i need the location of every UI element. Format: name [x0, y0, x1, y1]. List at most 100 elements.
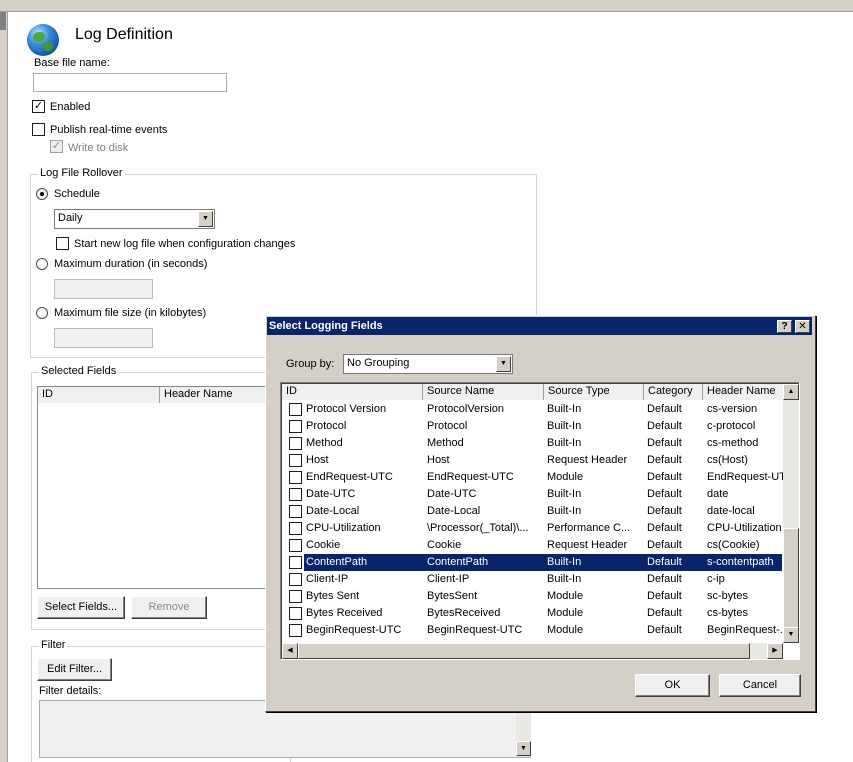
cell-id: Date-Local [306, 505, 360, 517]
cell-id: Date-UTC [306, 488, 356, 500]
column-header-category[interactable]: Category [644, 384, 703, 400]
cell-source-name: Protocol [427, 420, 468, 432]
cell-category: Default [647, 522, 682, 534]
row-checkbox[interactable] [289, 488, 302, 501]
window-top-border [0, 0, 853, 12]
cell-category: Default [647, 471, 682, 483]
cancel-button[interactable]: Cancel [719, 674, 801, 697]
cell-category: Default [647, 505, 682, 517]
scroll-up-icon[interactable]: ▲ [783, 384, 799, 400]
row-checkbox[interactable] [289, 556, 302, 569]
row-checkbox[interactable] [289, 590, 302, 603]
row-checkbox[interactable] [289, 437, 302, 450]
cell-header-name: sc-bytes [707, 590, 748, 602]
row-checkbox[interactable] [289, 522, 302, 535]
row-checkbox[interactable] [289, 624, 302, 637]
start-new-log-label: Start new log file when configuration ch… [74, 238, 296, 250]
cell-source-name: BytesSent [427, 590, 478, 602]
cell-source-name: Cookie [427, 539, 462, 551]
max-duration-radio[interactable] [36, 258, 48, 270]
row-checkbox[interactable] [289, 539, 302, 552]
cell-source-name: ProtocolVersion [427, 403, 505, 415]
edit-filter-button[interactable]: Edit Filter... [37, 658, 112, 681]
logging-fields-grid[interactable]: ID Source Name Source Type Category Head… [280, 382, 800, 660]
table-row[interactable]: Bytes Received BytesReceived Module Default… [281, 605, 782, 622]
cell-source-name: \Processor(_Total)\... [427, 522, 529, 534]
cell-id: Protocol Version [306, 403, 387, 415]
select-fields-button[interactable]: Select Fields... [37, 596, 125, 619]
column-header-id[interactable]: ID [38, 387, 160, 403]
column-header-header-name[interactable]: Header Name [160, 387, 276, 403]
selected-fields-header: ID Header Name [38, 387, 276, 403]
column-header-source-name[interactable]: Source Name [423, 384, 544, 400]
max-duration-input[interactable] [54, 279, 153, 299]
table-row[interactable]: Client-IP Client-IP Built-In Default c-ip [281, 571, 782, 588]
scroll-down-icon[interactable]: ▼ [516, 741, 531, 756]
column-header-id[interactable]: ID [282, 384, 423, 400]
base-file-name-label: Base file name: [34, 57, 110, 69]
table-row-selected[interactable]: ContentPath ContentPath Built-In Default s-c… [281, 554, 782, 571]
table-row[interactable]: Host Host Request Header Default cs(Host) [281, 452, 782, 469]
group-by-select[interactable]: No Grouping ▼ [343, 354, 513, 374]
enabled-label: Enabled [50, 101, 91, 113]
schedule-radio[interactable] [36, 188, 48, 200]
cell-source-type: Module [547, 590, 584, 602]
close-icon[interactable]: ✕ [795, 320, 810, 333]
cell-id: BeginRequest-UTC [306, 624, 402, 636]
cell-id: Client-IP [306, 573, 349, 585]
column-header-source-type[interactable]: Source Type [544, 384, 644, 400]
row-checkbox[interactable] [289, 505, 302, 518]
help-icon[interactable]: ? [777, 320, 792, 333]
ok-button[interactable]: OK [635, 674, 710, 697]
row-checkbox[interactable] [289, 607, 302, 620]
cell-source-type: Performance C... [547, 522, 631, 534]
max-size-input[interactable] [54, 328, 153, 348]
table-row[interactable]: Cookie Cookie Request Header Default cs(Cook… [281, 537, 782, 554]
scroll-right-icon[interactable]: ▶ [767, 643, 783, 659]
cell-id: ContentPath [306, 556, 368, 568]
horizontal-scroll-thumb[interactable] [298, 643, 750, 659]
table-row[interactable]: CPU-Utilization \Processor(_Total)\... Per… [281, 520, 782, 537]
scroll-thumb[interactable] [783, 528, 799, 628]
table-row[interactable]: Bytes Sent BytesSent Module Default sc-bytes [281, 588, 782, 605]
scroll-down-icon[interactable]: ▼ [783, 627, 799, 643]
enabled-checkbox[interactable]: ✓ [32, 100, 45, 113]
table-row[interactable]: Method Method Built-In Default cs-method [281, 435, 782, 452]
column-header-header-name[interactable]: Header Name [703, 384, 783, 400]
grid-vertical-scrollbar[interactable]: ▲ ▼ [783, 384, 799, 643]
table-row[interactable]: Date-UTC Date-UTC Built-In Default date [281, 486, 782, 503]
cell-category: Default [647, 437, 682, 449]
cell-id: EndRequest-UTC [306, 471, 393, 483]
cell-source-type: Module [547, 471, 584, 483]
dialog-title: Select Logging Fields [267, 317, 812, 335]
row-checkbox[interactable] [289, 403, 302, 416]
cell-source-name: Date-Local [427, 505, 481, 517]
cell-category: Default [647, 403, 682, 415]
table-row[interactable]: Protocol Version ProtocolVersion Built-In D… [281, 401, 782, 418]
remove-button[interactable]: Remove [131, 596, 207, 619]
cell-source-type: Request Header [547, 454, 628, 466]
cell-source-type: Built-In [547, 437, 582, 449]
scroll-left-icon[interactable]: ◀ [282, 643, 298, 659]
schedule-select[interactable]: Daily ▼ [54, 209, 215, 229]
table-row[interactable]: EndRequest-UTC EndRequest-UTC Module Defaul… [281, 469, 783, 486]
table-row[interactable]: Date-Local Date-Local Built-In Default date-… [281, 503, 782, 520]
table-row[interactable]: Protocol Protocol Built-In Default c-protoco… [281, 418, 782, 435]
row-checkbox[interactable] [289, 471, 302, 484]
max-size-radio[interactable] [36, 307, 48, 319]
cell-source-type: Built-In [547, 505, 582, 517]
cell-source-name: Date-UTC [427, 488, 477, 500]
base-file-name-input[interactable] [33, 73, 227, 92]
row-checkbox[interactable] [289, 573, 302, 586]
cell-category: Default [647, 420, 682, 432]
write-to-disk-checkbox[interactable]: ✓ [50, 140, 63, 153]
schedule-label: Schedule [54, 188, 100, 200]
globe-icon [27, 24, 59, 56]
selected-fields-list[interactable]: ID Header Name [37, 386, 277, 589]
publish-checkbox[interactable] [32, 123, 45, 136]
table-row[interactable]: BeginRequest-UTC BeginRequest-UTC Module De… [281, 622, 783, 639]
grid-horizontal-scrollbar[interactable]: ◀ ▶ [282, 643, 783, 659]
row-checkbox[interactable] [289, 454, 302, 467]
start-new-log-checkbox[interactable] [56, 237, 69, 250]
row-checkbox[interactable] [289, 420, 302, 433]
